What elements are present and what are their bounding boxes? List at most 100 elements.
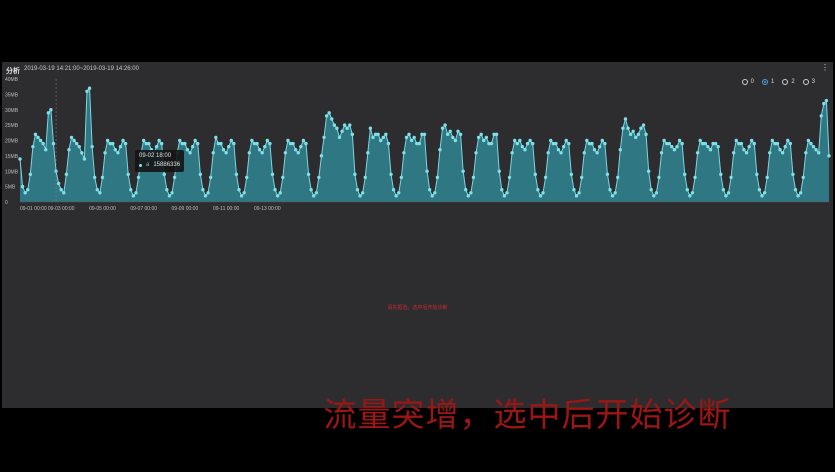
analysis-panel: 分析 2019-03-19 14:21:00~2019-03-19 14:26:…: [2, 62, 833, 408]
data-point: [536, 188, 540, 192]
data-point: [278, 191, 282, 195]
data-point: [69, 135, 74, 140]
data-point: [327, 111, 331, 115]
series-dot-icon: [139, 164, 142, 167]
data-point: [804, 151, 808, 155]
data-point: [312, 194, 316, 198]
y-tick-label: 10MB: [5, 169, 19, 175]
data-point: [49, 108, 53, 112]
data-point: [716, 144, 720, 149]
data-point: [28, 172, 33, 177]
traffic-chart[interactable]: 0 5MB 10MB 15MB 20MB 25MB 30MB 35MB 40MB 09-01 00…: [2, 62, 833, 222]
data-point: [541, 191, 545, 195]
data-point: [512, 138, 517, 143]
data-point: [299, 144, 303, 149]
data-point: [770, 138, 775, 143]
data-point: [639, 126, 643, 130]
data-point: [389, 172, 393, 177]
data-point: [672, 148, 677, 152]
data-point: [126, 172, 130, 177]
data-point: [742, 148, 746, 152]
data-point: [657, 175, 661, 180]
data-point: [724, 194, 728, 198]
data-point: [806, 138, 811, 143]
data-point: [822, 101, 826, 106]
data-point: [250, 138, 254, 143]
data-point: [433, 191, 437, 195]
data-point: [577, 191, 581, 195]
data-point: [479, 132, 483, 137]
y-tick-label: 15MB: [5, 154, 19, 160]
data-point: [358, 194, 362, 198]
data-point: [409, 138, 414, 143]
data-point: [755, 172, 759, 177]
data-point: [211, 151, 215, 155]
data-point: [23, 191, 27, 195]
data-point: [26, 188, 30, 192]
data-point: [603, 141, 607, 146]
data-point: [451, 135, 455, 140]
data-point: [531, 141, 535, 146]
data-point: [608, 188, 612, 192]
data-point: [304, 141, 308, 146]
data-point: [46, 111, 51, 115]
data-point: [816, 151, 821, 155]
data-point: [621, 126, 625, 130]
data-point: [162, 172, 166, 177]
data-point: [232, 141, 236, 146]
chart-tooltip: 09-02 18:00 a 15886336: [135, 150, 185, 172]
data-point: [605, 172, 610, 177]
data-point: [510, 151, 514, 155]
data-point: [353, 172, 357, 177]
data-point: [683, 172, 687, 177]
data-point: [118, 144, 123, 149]
data-point: [345, 126, 349, 130]
data-point: [569, 172, 574, 177]
data-point: [214, 135, 218, 140]
data-point: [430, 194, 434, 198]
data-point: [129, 188, 133, 192]
data-point: [469, 191, 473, 195]
data-point: [371, 135, 375, 140]
data-point: [85, 89, 89, 93]
data-point: [582, 151, 586, 155]
data-point: [283, 151, 288, 155]
data-point: [247, 151, 252, 155]
data-point: [780, 151, 785, 155]
data-point: [489, 141, 494, 146]
data-point: [484, 135, 489, 140]
data-point: [425, 169, 429, 173]
data-point: [234, 172, 239, 177]
y-tick-label: 40MB: [5, 77, 19, 83]
data-point: [458, 132, 463, 137]
data-point: [793, 188, 798, 192]
data-point: [762, 191, 767, 195]
data-point: [698, 138, 702, 143]
data-point: [706, 144, 710, 149]
data-point: [518, 138, 522, 143]
data-point: [301, 138, 306, 143]
data-point: [379, 138, 383, 143]
data-point: [757, 188, 762, 192]
data-point: [330, 117, 334, 121]
data-point: [206, 191, 210, 195]
data-point: [456, 129, 460, 133]
data-point: [273, 188, 277, 192]
data-point: [103, 151, 107, 155]
data-point: [731, 151, 736, 155]
data-point: [613, 191, 617, 195]
data-point: [397, 191, 401, 195]
y-tick-label: 5MB: [5, 185, 16, 191]
data-point: [559, 151, 563, 155]
data-point: [136, 175, 141, 180]
x-tick-label: 09-01 00:00: [20, 206, 47, 212]
data-point: [796, 194, 800, 198]
data-point: [319, 154, 324, 158]
data-point: [590, 141, 594, 146]
data-point: [693, 175, 697, 180]
data-point: [546, 151, 550, 155]
data-point: [201, 188, 205, 192]
data-point: [644, 132, 648, 137]
data-point: [667, 141, 671, 146]
data-point: [226, 144, 231, 149]
